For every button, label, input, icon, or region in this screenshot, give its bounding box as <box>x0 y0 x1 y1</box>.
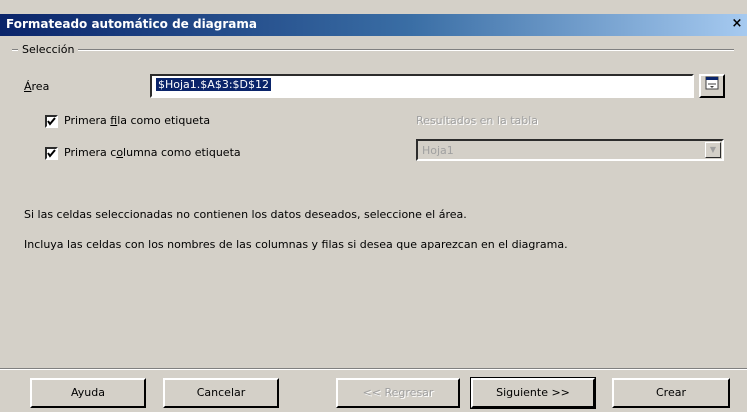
autoformat-chart-dialog: Formateado automático de diagrama × Sele… <box>0 0 747 412</box>
results-in-table-label: Resultados en la tabla <box>416 114 539 127</box>
first-row-label[interactable]: Primera fila como etiqueta <box>64 114 210 127</box>
hint-text-2: Incluya las celdas con los nombres de la… <box>24 238 568 251</box>
first-column-label[interactable]: Primera columna como etiqueta <box>64 146 241 159</box>
check-icon <box>47 117 56 126</box>
first-column-label-post: lumna como etiqueta <box>123 146 241 159</box>
shrink-button[interactable] <box>699 74 725 98</box>
help-button[interactable]: Ayuda <box>30 378 146 408</box>
results-table-value: Hoja1 <box>422 144 454 157</box>
dialog-title: Formateado automático de diagrama <box>6 17 257 31</box>
selection-group-label: Selección <box>18 43 79 56</box>
area-input[interactable]: $Hoja1.$A$3:$D$12 <box>150 74 694 98</box>
chevron-down-icon[interactable]: ▼ <box>705 142 721 158</box>
first-row-label-pre: Primera <box>64 114 111 127</box>
results-table-select[interactable]: Hoja1 ▼ <box>416 139 724 161</box>
first-row-label-post: ila como etiqueta <box>117 114 211 127</box>
first-row-checkbox[interactable] <box>45 115 58 128</box>
first-column-checkbox[interactable] <box>45 147 58 160</box>
cancel-button[interactable]: Cancelar <box>163 378 279 408</box>
hint-text-1: Si las celdas seleccionadas no contienen… <box>24 208 467 221</box>
title-bar[interactable]: Formateado automático de diagrama × <box>0 14 747 36</box>
area-label: Área <box>24 80 49 93</box>
button-separator <box>0 368 747 370</box>
create-button[interactable]: Crear <box>612 378 730 408</box>
first-column-label-pre: Primera c <box>64 146 117 159</box>
back-button[interactable]: << Regresar <box>336 378 460 408</box>
area-label-accel: Á <box>24 80 32 93</box>
close-icon[interactable]: × <box>729 17 745 31</box>
shrink-icon <box>705 76 719 90</box>
next-button[interactable]: Siguiente >> <box>470 377 596 409</box>
area-input-value: $Hoja1.$A$3:$D$12 <box>156 78 271 91</box>
check-icon <box>47 149 56 158</box>
area-label-rest: rea <box>31 80 50 93</box>
